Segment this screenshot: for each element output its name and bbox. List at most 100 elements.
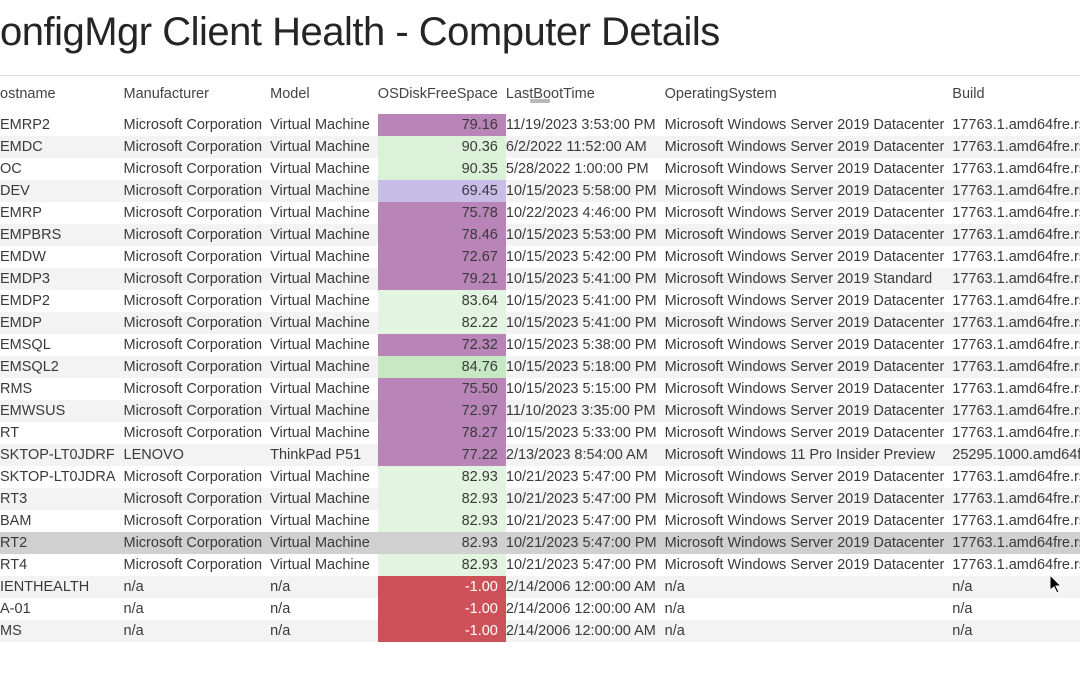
cell-diskfree[interactable]: 79.16	[378, 114, 506, 136]
cell-build[interactable]: 17763.1.amd64fre.rs5_re	[952, 114, 1080, 136]
cell-hostname[interactable]: RMS	[0, 378, 124, 400]
cell-lastboot[interactable]: 10/15/2023 5:41:00 PM	[506, 312, 665, 334]
cell-hostname[interactable]: EMDP	[0, 312, 124, 334]
cell-hostname[interactable]: EMDW	[0, 246, 124, 268]
cell-diskfree[interactable]: 82.22	[378, 312, 506, 334]
cell-lastboot[interactable]: 10/21/2023 5:47:00 PM	[506, 554, 665, 576]
cell-build[interactable]: 17763.1.amd64fre.rs5_re	[952, 378, 1080, 400]
table-row[interactable]: SKTOP-LT0JDRFLENOVOThinkPad P5177.222/13…	[0, 444, 1080, 466]
cell-manufacturer[interactable]: Microsoft Corporation	[124, 422, 271, 444]
cell-lastboot[interactable]: 11/19/2023 3:53:00 PM	[506, 114, 665, 136]
cell-os[interactable]: Microsoft Windows Server 2019 Datacenter	[665, 466, 953, 488]
cell-os[interactable]: Microsoft Windows Server 2019 Datacenter	[665, 224, 953, 246]
cell-diskfree[interactable]: 75.78	[378, 202, 506, 224]
cell-manufacturer[interactable]: Microsoft Corporation	[124, 334, 271, 356]
cell-model[interactable]: Virtual Machine	[270, 224, 378, 246]
cell-os[interactable]: Microsoft Windows Server 2019 Datacenter	[665, 180, 953, 202]
cell-model[interactable]: Virtual Machine	[270, 246, 378, 268]
col-header-disk[interactable]: OSDiskFreeSpace	[378, 76, 506, 114]
cell-os[interactable]: Microsoft Windows Server 2019 Datacenter	[665, 510, 953, 532]
cell-model[interactable]: Virtual Machine	[270, 488, 378, 510]
cell-build[interactable]: 17763.1.amd64fre.rs5_re	[952, 334, 1080, 356]
cell-os[interactable]: Microsoft Windows Server 2019 Datacenter	[665, 400, 953, 422]
col-header-os[interactable]: OperatingSystem	[665, 76, 953, 114]
cell-build[interactable]: 17763.1.amd64fre.rs5_re	[952, 224, 1080, 246]
cell-model[interactable]: n/a	[270, 576, 378, 598]
cell-lastboot[interactable]: 10/22/2023 4:46:00 PM	[506, 202, 665, 224]
cell-build[interactable]: 17763.1.amd64fre.rs5_re	[952, 510, 1080, 532]
cell-os[interactable]: Microsoft Windows Server 2019 Datacenter	[665, 312, 953, 334]
cell-lastboot[interactable]: 10/15/2023 5:53:00 PM	[506, 224, 665, 246]
cell-manufacturer[interactable]: Microsoft Corporation	[124, 202, 271, 224]
table-row[interactable]: RTMicrosoft CorporationVirtual Machine78…	[0, 422, 1080, 444]
cell-build[interactable]: 17763.1.amd64fre.rs5_re	[952, 136, 1080, 158]
cell-model[interactable]: Virtual Machine	[270, 466, 378, 488]
cell-hostname[interactable]: A-01	[0, 598, 124, 620]
cell-os[interactable]: Microsoft Windows Server 2019 Datacenter	[665, 202, 953, 224]
cell-build[interactable]: 17763.1.amd64fre.rs5_re	[952, 532, 1080, 554]
cell-hostname[interactable]: EMDC	[0, 136, 124, 158]
data-table[interactable]: ostname Manufacturer Model OSDiskFreeSpa…	[0, 76, 1080, 642]
table-row[interactable]: EMPBRSMicrosoft CorporationVirtual Machi…	[0, 224, 1080, 246]
splitter-handle[interactable]	[530, 99, 550, 103]
table-row[interactable]: EMDP3Microsoft CorporationVirtual Machin…	[0, 268, 1080, 290]
cell-hostname[interactable]: EMWSUS	[0, 400, 124, 422]
cell-diskfree[interactable]: -1.00	[378, 620, 506, 642]
cell-diskfree[interactable]: 72.32	[378, 334, 506, 356]
cell-build[interactable]: 17763.1.amd64fre.rs5_re	[952, 158, 1080, 180]
table-row[interactable]: IENTHEALTHn/an/a-1.002/14/2006 12:00:00 …	[0, 576, 1080, 598]
cell-os[interactable]: Microsoft Windows Server 2019 Datacenter	[665, 114, 953, 136]
cell-build[interactable]: 17763.1.amd64fre.rs5_re	[952, 554, 1080, 576]
cell-diskfree[interactable]: 69.45	[378, 180, 506, 202]
cell-lastboot[interactable]: 10/21/2023 5:47:00 PM	[506, 510, 665, 532]
cell-build[interactable]: 17763.1.amd64fre.rs5_re	[952, 488, 1080, 510]
cell-manufacturer[interactable]: Microsoft Corporation	[124, 510, 271, 532]
cell-model[interactable]: Virtual Machine	[270, 378, 378, 400]
cell-model[interactable]: ThinkPad P51	[270, 444, 378, 466]
cell-diskfree[interactable]: 90.35	[378, 158, 506, 180]
table-row[interactable]: EMSQL2Microsoft CorporationVirtual Machi…	[0, 356, 1080, 378]
table-row[interactable]: EMWSUSMicrosoft CorporationVirtual Machi…	[0, 400, 1080, 422]
cell-model[interactable]: n/a	[270, 620, 378, 642]
cell-hostname[interactable]: EMDP3	[0, 268, 124, 290]
cell-model[interactable]: Virtual Machine	[270, 356, 378, 378]
table-row[interactable]: OCMicrosoft CorporationVirtual Machine90…	[0, 158, 1080, 180]
col-header-build[interactable]: Build	[952, 76, 1080, 114]
cell-model[interactable]: Virtual Machine	[270, 554, 378, 576]
cell-os[interactable]: Microsoft Windows Server 2019 Datacenter	[665, 554, 953, 576]
cell-os[interactable]: n/a	[665, 598, 953, 620]
cell-manufacturer[interactable]: Microsoft Corporation	[124, 400, 271, 422]
cell-model[interactable]: Virtual Machine	[270, 334, 378, 356]
cell-model[interactable]: Virtual Machine	[270, 400, 378, 422]
cell-diskfree[interactable]: -1.00	[378, 576, 506, 598]
cell-model[interactable]: Virtual Machine	[270, 136, 378, 158]
cell-os[interactable]: Microsoft Windows Server 2019 Datacenter	[665, 488, 953, 510]
cell-diskfree[interactable]: 82.93	[378, 510, 506, 532]
cell-os[interactable]: Microsoft Windows Server 2019 Datacenter	[665, 422, 953, 444]
cell-lastboot[interactable]: 10/15/2023 5:42:00 PM	[506, 246, 665, 268]
cell-lastboot[interactable]: 10/15/2023 5:41:00 PM	[506, 290, 665, 312]
cell-hostname[interactable]: EMRP2	[0, 114, 124, 136]
cell-lastboot[interactable]: 2/14/2006 12:00:00 AM	[506, 598, 665, 620]
cell-manufacturer[interactable]: n/a	[124, 598, 271, 620]
cell-build[interactable]: 17763.1.amd64fre.rs5_re	[952, 268, 1080, 290]
cell-manufacturer[interactable]: Microsoft Corporation	[124, 290, 271, 312]
cell-build[interactable]: n/a	[952, 576, 1080, 598]
cell-diskfree[interactable]: 82.93	[378, 532, 506, 554]
cell-build[interactable]: 17763.1.amd64fre.rs5_re	[952, 422, 1080, 444]
cell-os[interactable]: Microsoft Windows Server 2019 Datacenter	[665, 290, 953, 312]
cell-lastboot[interactable]: 6/2/2022 11:52:00 AM	[506, 136, 665, 158]
cell-model[interactable]: Virtual Machine	[270, 202, 378, 224]
cell-build[interactable]: 17763.1.amd64fre.rs5_re	[952, 180, 1080, 202]
cell-build[interactable]: 17763.1.amd64fre.rs5_re	[952, 290, 1080, 312]
cell-hostname[interactable]: BAM	[0, 510, 124, 532]
cell-diskfree[interactable]: -1.00	[378, 598, 506, 620]
cell-hostname[interactable]: DEV	[0, 180, 124, 202]
cell-build[interactable]: 17763.1.amd64fre.rs5_re	[952, 202, 1080, 224]
cell-hostname[interactable]: OC	[0, 158, 124, 180]
cell-lastboot[interactable]: 10/15/2023 5:41:00 PM	[506, 268, 665, 290]
table-row[interactable]: RMSMicrosoft CorporationVirtual Machine7…	[0, 378, 1080, 400]
cell-diskfree[interactable]: 72.67	[378, 246, 506, 268]
cell-hostname[interactable]: EMSQL	[0, 334, 124, 356]
cell-diskfree[interactable]: 82.93	[378, 488, 506, 510]
